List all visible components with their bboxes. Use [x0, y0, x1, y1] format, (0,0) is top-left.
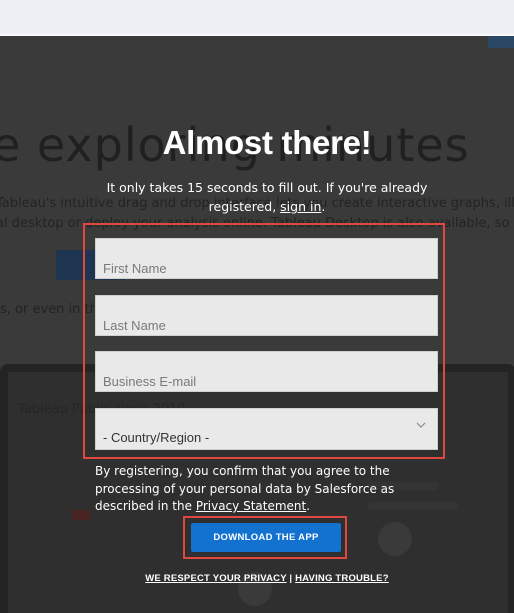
chevron-down-icon	[416, 422, 426, 428]
background-decoration	[72, 510, 90, 520]
browser-top-bar	[0, 0, 514, 36]
consent-text: By registering, you confirm that you agr…	[95, 463, 425, 516]
modal-title: Almost there!	[162, 124, 372, 161]
subtitle-suffix: .	[321, 199, 326, 214]
first-name-input[interactable]	[95, 238, 438, 279]
last-name-input[interactable]	[95, 295, 438, 336]
footer-separator: |	[289, 573, 293, 584]
background-corner-button	[488, 36, 514, 48]
footer-links: WE RESPECT YOUR PRIVACY | HAVING TROUBLE…	[0, 573, 514, 584]
background-decoration	[378, 522, 412, 556]
business-email-input[interactable]	[95, 351, 438, 392]
subtitle-text: It only takes 15 seconds to fill out. If…	[106, 180, 428, 214]
having-trouble-link[interactable]: HAVING TROUBLE?	[295, 573, 389, 584]
consent-suffix: .	[306, 499, 311, 513]
country-region-value: - Country/Region -	[103, 430, 210, 445]
download-app-button[interactable]: DOWNLOAD THE APP	[191, 523, 341, 552]
privacy-statement-link[interactable]: Privacy Statement	[196, 499, 306, 513]
modal-subtitle: It only takes 15 seconds to fill out. If…	[100, 178, 434, 216]
respect-privacy-link[interactable]: WE RESPECT YOUR PRIVACY	[145, 573, 286, 584]
sign-in-link[interactable]: sign in	[280, 199, 321, 214]
country-region-select[interactable]: - Country/Region -	[95, 408, 438, 450]
